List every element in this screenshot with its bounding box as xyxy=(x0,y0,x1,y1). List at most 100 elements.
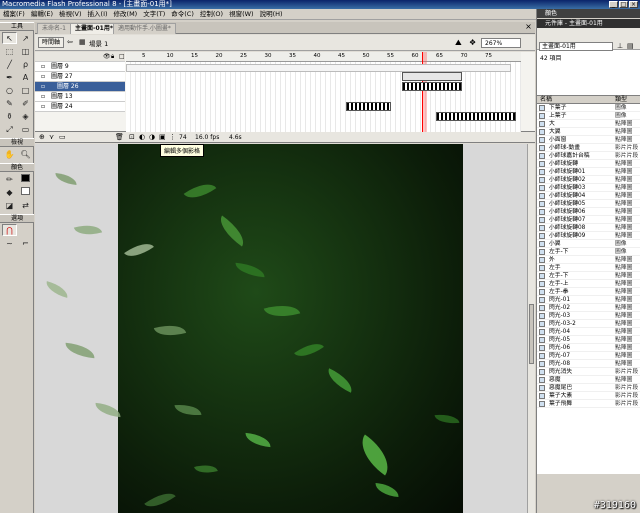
layer-row[interactable]: 圖層 26 ▫ xyxy=(35,82,125,92)
menu-item[interactable]: 說明(H) xyxy=(260,10,283,18)
edit-multiple-frames-icon[interactable]: ▣ xyxy=(159,132,166,143)
menu-item[interactable]: 檢視(V) xyxy=(59,10,82,18)
library-item[interactable]: 大 點陣圖 xyxy=(537,120,640,128)
oval-tool-icon[interactable]: ○ xyxy=(2,84,17,96)
library-item[interactable]: 小師球旋轉01 點陣圖 xyxy=(537,168,640,176)
column-name[interactable]: 名稱 xyxy=(540,96,552,104)
onion-outline-icon[interactable]: ◑ xyxy=(149,132,155,143)
close-doc-icon[interactable]: × xyxy=(524,23,533,32)
library-item[interactable]: 閃光-04 點陣圖 xyxy=(537,328,640,336)
library-item[interactable]: 左手-上 點陣圖 xyxy=(537,280,640,288)
selection-tool-icon[interactable]: ↖ xyxy=(2,32,17,44)
library-panel-header[interactable]: 元件庫 - 主畫面-01用 xyxy=(537,19,640,28)
swap-colors-icon[interactable]: ⇄ xyxy=(18,199,33,211)
eraser-icon[interactable]: ▭ xyxy=(18,123,33,135)
paint-bucket-icon[interactable]: ◈ xyxy=(18,110,33,122)
free-transform-icon[interactable]: ⬚ xyxy=(2,45,17,57)
menu-item[interactable]: 控制(O) xyxy=(200,10,223,18)
library-item[interactable]: 閃光-03-2 點陣圖 xyxy=(537,320,640,328)
library-item[interactable]: 閃光-01 點陣圖 xyxy=(537,296,640,304)
menu-item[interactable]: 命令(C) xyxy=(171,10,194,18)
keyframe-span[interactable] xyxy=(402,82,462,91)
library-item[interactable]: 小師球旋轉07 點陣圖 xyxy=(537,216,640,224)
fill-swatch[interactable] xyxy=(18,186,33,198)
library-item[interactable]: 左手 點陣圖 xyxy=(537,264,640,272)
maximize-button[interactable]: □ xyxy=(619,1,628,8)
ink-bottle-icon[interactable]: ⚱ xyxy=(2,110,17,122)
keyframe-span[interactable] xyxy=(436,112,516,121)
lasso-tool-icon[interactable]: ρ xyxy=(18,58,33,70)
library-item[interactable]: 閃光-06 點陣圖 xyxy=(537,344,640,352)
new-library-icon[interactable]: ▤ xyxy=(627,42,634,50)
fill-color-icon[interactable]: ◆ xyxy=(2,186,17,198)
back-arrow-icon[interactable]: ⇦ xyxy=(67,38,73,46)
library-item[interactable]: 左手-下 圖像 xyxy=(537,248,640,256)
library-item[interactable]: 小師球旋轉04 點陣圖 xyxy=(537,192,640,200)
smooth-icon[interactable]: ~ xyxy=(2,237,17,249)
frame-ruler[interactable]: 5 10 15 20 25 30 35 40 45 50 55 60 65 70 75 xyxy=(126,52,521,62)
frame-grid[interactable]: 5 10 15 20 25 30 35 40 45 50 55 60 65 70 75 xyxy=(126,52,521,132)
pen-tool-icon[interactable]: ✒ xyxy=(2,71,17,83)
stage-area[interactable]: 編輯多個影格 xyxy=(35,144,527,513)
vertical-scrollbar[interactable] xyxy=(527,144,535,513)
menu-item[interactable]: 插入(I) xyxy=(88,10,108,18)
delete-layer-icon[interactable]: 🗑︎ xyxy=(115,132,124,143)
straighten-icon[interactable]: ⌐ xyxy=(18,237,33,249)
eyedropper-icon[interactable]: ⤢ xyxy=(2,123,17,135)
library-item[interactable]: 大翼 點陣圖 xyxy=(537,128,640,136)
library-item[interactable]: 左手-下 點陣圖 xyxy=(537,272,640,280)
library-item[interactable]: 小師球旋轉08 點陣圖 xyxy=(537,224,640,232)
library-item[interactable]: 上葉子 圖像 xyxy=(537,112,640,120)
library-item[interactable]: 閃光-08 點陣圖 xyxy=(537,360,640,368)
line-tool-icon[interactable]: ╱ xyxy=(2,58,17,70)
menu-item[interactable]: 檔案(F) xyxy=(3,10,25,18)
library-item[interactable]: 小師球旋轉05 點陣圖 xyxy=(537,200,640,208)
layer-row[interactable]: 圖層 24 ▫ xyxy=(35,102,125,112)
tab-untitled[interactable]: 未命名-1 xyxy=(37,23,71,34)
gradient-transform-icon[interactable]: ◫ xyxy=(18,45,33,57)
lock-icon[interactable]: 🔒︎ xyxy=(111,52,114,62)
text-tool-icon[interactable]: A xyxy=(18,71,33,83)
tab-main[interactable]: 主畫面-01用* xyxy=(70,23,118,34)
edit-scene-icon[interactable]: ⛰ xyxy=(455,38,462,48)
pin-icon[interactable]: ⊥ xyxy=(617,42,623,50)
hand-tool-icon[interactable]: ✋ xyxy=(2,148,17,160)
snap-magnet-icon[interactable]: ⋂ xyxy=(2,224,17,236)
minimize-button[interactable]: _ xyxy=(609,1,618,8)
library-item[interactable]: 小師球-動畫 影片片段 xyxy=(537,144,640,152)
zoom-tool-icon[interactable]: 🔍︎ xyxy=(18,148,33,160)
library-item[interactable]: 小師球旋轉 點陣圖 xyxy=(537,160,640,168)
scrollbar-thumb[interactable] xyxy=(529,304,534,364)
colors-panel-header[interactable]: 顏色 xyxy=(537,9,640,18)
library-document-select[interactable]: 主畫面-01用 xyxy=(539,42,613,51)
tween-span[interactable] xyxy=(402,72,462,81)
menu-item[interactable]: 文字(T) xyxy=(143,10,165,18)
library-item[interactable]: 小師球旋轉09 點陣圖 xyxy=(537,232,640,240)
library-item[interactable]: 下葉子 圖像 xyxy=(537,104,640,112)
library-item[interactable]: 小師球旋轉02 點陣圖 xyxy=(537,176,640,184)
library-item[interactable]: 閃光-07 點陣圖 xyxy=(537,352,640,360)
library-item[interactable]: 葉子飛舞 影片片段 xyxy=(537,400,640,408)
library-item[interactable]: 小師球旋轉03 點陣圖 xyxy=(537,184,640,192)
add-guide-icon[interactable]: ⋎ xyxy=(49,132,54,143)
library-item[interactable]: 小師球嘉計台稿 影片片段 xyxy=(537,152,640,160)
onion-skin-icon[interactable]: ◐ xyxy=(139,132,145,143)
default-colors-icon[interactable]: ◪ xyxy=(2,199,17,211)
library-item[interactable]: 小面窗 點陣圖 xyxy=(537,136,640,144)
layer-row[interactable]: 圖層 27 ▫ xyxy=(35,72,125,82)
library-item[interactable]: 小師球旋轉06 點陣圖 xyxy=(537,208,640,216)
tab-small-picture[interactable]: 適用動作手.小圖畫* xyxy=(113,23,176,34)
library-item[interactable]: 小翼 圖像 xyxy=(537,240,640,248)
column-type[interactable]: 類型 xyxy=(615,96,627,104)
menu-item[interactable]: 視窗(W) xyxy=(229,10,254,18)
edit-symbol-icon[interactable]: ❖ xyxy=(469,38,476,47)
timeline-toggle-button[interactable]: 時間軸 xyxy=(38,37,65,48)
rectangle-tool-icon[interactable]: □ xyxy=(18,84,33,96)
library-item[interactable]: 閃光消失 影片片段 xyxy=(537,368,640,376)
menu-item[interactable]: 編輯(E) xyxy=(31,10,53,18)
library-item[interactable]: 葉子大素 影片片段 xyxy=(537,392,640,400)
library-item[interactable]: 左手-拳 點陣圖 xyxy=(537,288,640,296)
library-item[interactable]: 閃光-05 點陣圖 xyxy=(537,336,640,344)
subselection-tool-icon[interactable]: ↗ xyxy=(18,32,33,44)
library-item[interactable]: 惡魔尾巴 影片片段 xyxy=(537,384,640,392)
